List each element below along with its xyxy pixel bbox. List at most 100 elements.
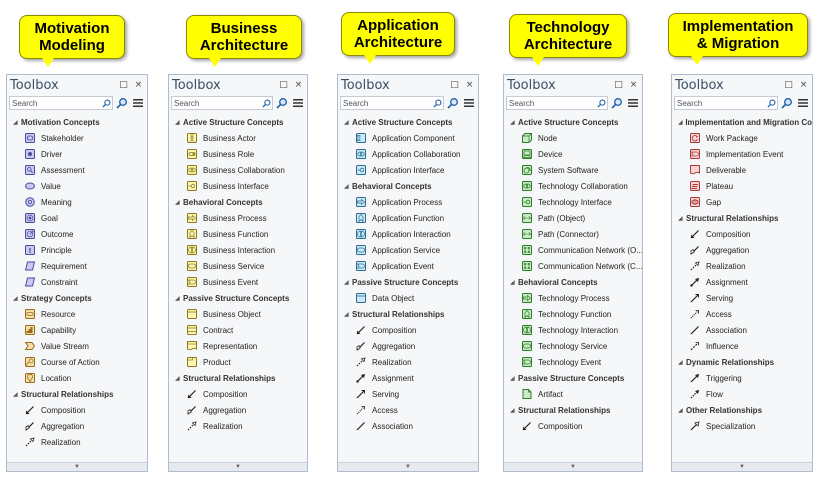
section-header[interactable]: ◢ Structural Relationships [338, 306, 478, 322]
toolbox-item[interactable]: ! Principle [7, 242, 147, 258]
section-header[interactable]: ◢ Behavioral Concepts [504, 274, 642, 290]
search-icon[interactable] [595, 97, 607, 109]
scroll-down-icon[interactable]: ▼ [739, 464, 745, 470]
scroll-down-button[interactable]: ▼ [504, 462, 642, 471]
search-box[interactable] [674, 96, 778, 110]
toolbox-item[interactable]: Technology Event [504, 354, 642, 370]
toolbox-item[interactable]: Driver [7, 146, 147, 162]
expand-arrow-icon[interactable]: ◢ [175, 375, 183, 382]
toolbox-item[interactable]: Application Collaboration [338, 146, 478, 162]
toolbox-item[interactable]: Realization [672, 258, 812, 274]
section-header[interactable]: ◢ Motivation Concepts [7, 114, 147, 130]
expand-arrow-icon[interactable]: ◢ [344, 119, 352, 126]
expand-arrow-icon[interactable]: ◢ [13, 295, 21, 302]
toolbox-item[interactable]: Composition [338, 322, 478, 338]
expand-arrow-icon[interactable]: ◢ [344, 311, 352, 318]
toolbox-item[interactable]: Course of Action [7, 354, 147, 370]
toolbox-item[interactable]: Business Collaboration [169, 162, 307, 178]
close-window-button[interactable]: × [465, 80, 474, 90]
toolbox-item[interactable]: Access [338, 402, 478, 418]
toolbox-item[interactable]: Application Component [338, 130, 478, 146]
toolbox-item[interactable]: Application Interaction [338, 226, 478, 242]
search-box[interactable] [9, 96, 113, 110]
toolbox-item[interactable]: Application Service [338, 242, 478, 258]
toolbox-item[interactable]: Gap [672, 194, 812, 210]
toolbox-item[interactable]: Business Role [169, 146, 307, 162]
toolbox-item[interactable]: System Software [504, 162, 642, 178]
menu-icon[interactable] [626, 96, 640, 110]
menu-icon[interactable] [131, 96, 145, 110]
toolbox-item[interactable]: Composition [504, 418, 642, 434]
toolbox-item[interactable]: Representation [169, 338, 307, 354]
toolbox-item[interactable]: Technology Collaboration [504, 178, 642, 194]
toolbox-item[interactable]: Implementation Event [672, 146, 812, 162]
toolbox-item[interactable]: Meaning [7, 194, 147, 210]
toolbox-item[interactable]: Application Function [338, 210, 478, 226]
toolbox-item[interactable]: Assignment [672, 274, 812, 290]
close-window-button[interactable]: × [799, 80, 808, 90]
section-header[interactable]: ◢ Active Structure Concepts [338, 114, 478, 130]
find-in-toolbox-button[interactable] [610, 96, 624, 110]
section-header[interactable]: ◢ Implementation and Migration Co [672, 114, 812, 130]
restore-window-button[interactable]: □ [279, 80, 288, 90]
restore-window-button[interactable]: □ [784, 80, 793, 90]
search-icon[interactable] [260, 97, 272, 109]
section-header[interactable]: ◢ Other Relationships [672, 402, 812, 418]
toolbox-item[interactable]: Business Process [169, 210, 307, 226]
toolbox-item[interactable]: Technology Process [504, 290, 642, 306]
toolbox-item[interactable]: Communication Network (O... [504, 242, 642, 258]
toolbox-item[interactable]: Assessment [7, 162, 147, 178]
toolbox-item[interactable]: Aggregation [7, 418, 147, 434]
toolbox-item[interactable]: Business Interaction [169, 242, 307, 258]
toolbox-item[interactable]: Technology Interface [504, 194, 642, 210]
toolbox-item[interactable]: Aggregation [672, 242, 812, 258]
toolbox-item[interactable]: Assignment [338, 370, 478, 386]
search-input[interactable] [12, 97, 100, 109]
toolbox-item[interactable]: Application Process [338, 194, 478, 210]
toolbox-item[interactable]: Constraint [7, 274, 147, 290]
search-icon[interactable] [765, 97, 777, 109]
toolbox-item[interactable]: Business Event [169, 274, 307, 290]
toolbox-item[interactable]: Work Package [672, 130, 812, 146]
toolbox-item[interactable]: Business Function [169, 226, 307, 242]
scroll-down-icon[interactable]: ▼ [235, 464, 241, 470]
expand-arrow-icon[interactable]: ◢ [175, 199, 183, 206]
section-header[interactable]: ◢ Structural Relationships [672, 210, 812, 226]
toolbox-item[interactable]: Composition [672, 226, 812, 242]
scroll-down-button[interactable]: ▼ [672, 462, 812, 471]
toolbox-item[interactable]: Flow [672, 386, 812, 402]
scroll-down-button[interactable]: ▼ [7, 462, 147, 471]
section-header[interactable]: ◢ Passive Structure Concepts [504, 370, 642, 386]
scroll-down-button[interactable]: ▼ [169, 462, 307, 471]
toolbox-item[interactable]: Location [7, 370, 147, 386]
expand-arrow-icon[interactable]: ◢ [678, 407, 686, 414]
search-box[interactable] [171, 96, 273, 110]
search-input[interactable] [343, 97, 431, 109]
search-icon[interactable] [431, 97, 443, 109]
toolbox-item[interactable]: Realization [7, 434, 147, 450]
menu-icon[interactable] [796, 96, 810, 110]
toolbox-item[interactable]: Technology Service [504, 338, 642, 354]
expand-arrow-icon[interactable]: ◢ [13, 119, 21, 126]
toolbox-item[interactable]: Value Stream [7, 338, 147, 354]
section-header[interactable]: ◢ Strategy Concepts [7, 290, 147, 306]
expand-arrow-icon[interactable]: ◢ [510, 279, 518, 286]
menu-icon[interactable] [291, 96, 305, 110]
section-header[interactable]: ◢ Dynamic Relationships [672, 354, 812, 370]
close-window-button[interactable]: × [294, 80, 303, 90]
toolbox-item[interactable]: Outcome [7, 226, 147, 242]
search-input[interactable] [677, 97, 765, 109]
toolbox-item[interactable]: Communication Network (C... [504, 258, 642, 274]
find-in-toolbox-button[interactable] [446, 96, 460, 110]
toolbox-item[interactable]: Product [169, 354, 307, 370]
scroll-down-icon[interactable]: ▼ [74, 464, 80, 470]
restore-window-button[interactable]: □ [614, 80, 623, 90]
toolbox-item[interactable]: Business Object [169, 306, 307, 322]
search-box[interactable] [340, 96, 444, 110]
expand-arrow-icon[interactable]: ◢ [344, 183, 352, 190]
section-header[interactable]: ◢ Structural Relationships [504, 402, 642, 418]
find-in-toolbox-button[interactable] [115, 96, 129, 110]
expand-arrow-icon[interactable]: ◢ [344, 279, 352, 286]
expand-arrow-icon[interactable]: ◢ [13, 391, 21, 398]
section-header[interactable]: ◢ Passive Structure Concepts [338, 274, 478, 290]
